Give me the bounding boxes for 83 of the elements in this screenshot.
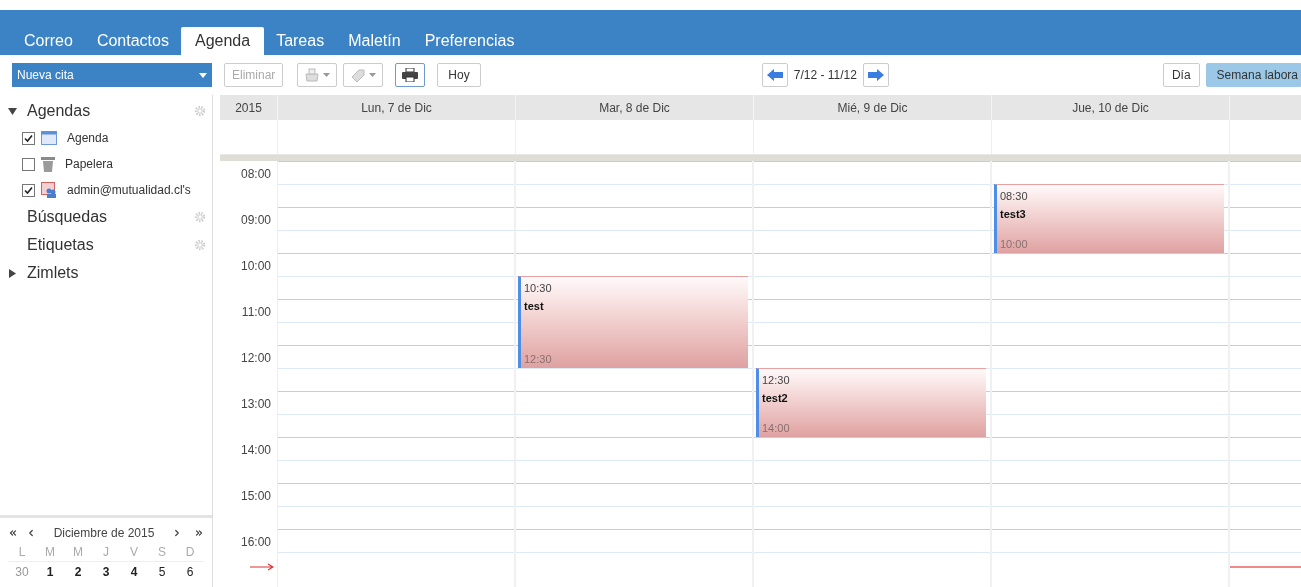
hour-label: 15:00 bbox=[240, 489, 271, 503]
appointment-title: test3 bbox=[1000, 207, 1027, 221]
day-header[interactable]: Lun, 7 de Dic bbox=[278, 95, 516, 120]
weekday-label: D bbox=[184, 544, 196, 561]
hour-label: 08:00 bbox=[240, 167, 271, 181]
appointment-start-time: 12:30 bbox=[762, 373, 791, 387]
hour-label: 10:00 bbox=[240, 259, 271, 273]
dropdown-caret-icon bbox=[199, 72, 207, 78]
hour-label: 13:00 bbox=[240, 397, 271, 411]
next-button[interactable] bbox=[862, 63, 889, 87]
hour-label: 16:00 bbox=[240, 535, 271, 549]
hour-label: 12:00 bbox=[240, 351, 271, 365]
app-tab[interactable]: Tareas bbox=[264, 27, 337, 55]
sidebar-section-header[interactable]: Búsquedas bbox=[27, 205, 194, 229]
appointment-start-time: 08:30 bbox=[1000, 189, 1029, 203]
mini-calendar-day[interactable]: 5 bbox=[148, 562, 176, 581]
left-arrow-icon bbox=[766, 69, 783, 81]
weekday-label: M bbox=[72, 544, 84, 561]
appointment-title: test bbox=[524, 299, 545, 313]
appointment-end-time: 10:00 bbox=[1000, 237, 1029, 251]
calendar-folder-item[interactable]: Agenda bbox=[67, 129, 109, 147]
calendar-folder-item[interactable]: admin@mutualidad.cl's bbox=[67, 181, 191, 199]
mini-calendar-day[interactable]: 2 bbox=[64, 562, 92, 581]
app-tab[interactable]: Maletín bbox=[336, 27, 413, 55]
appointment-end-time: 12:30 bbox=[524, 352, 553, 366]
checkbox[interactable] bbox=[22, 131, 35, 145]
trash-icon bbox=[41, 156, 55, 172]
current-time-line bbox=[1230, 566, 1301, 568]
mini-calendar-day[interactable]: 1 bbox=[36, 562, 64, 581]
checkbox[interactable] bbox=[22, 183, 35, 197]
checkbox[interactable] bbox=[22, 157, 35, 171]
appointment-start-time: 10:30 bbox=[524, 281, 553, 295]
app-tab[interactable]: Preferencias bbox=[412, 27, 527, 55]
date-range: 7/12 - 11/12 bbox=[793, 67, 857, 84]
right-arrow-icon bbox=[867, 69, 884, 81]
next-month-icon[interactable] bbox=[172, 528, 182, 538]
day-header[interactable]: Mié, 9 de Dic bbox=[754, 95, 992, 120]
year-label: 2015 bbox=[220, 95, 278, 120]
appointment-title: test2 bbox=[762, 391, 789, 405]
expand-triangle-icon[interactable] bbox=[8, 268, 17, 278]
weekday-label: J bbox=[102, 544, 110, 561]
caret-icon bbox=[369, 73, 377, 77]
app-tab[interactable]: Contactos bbox=[84, 27, 181, 55]
previous-button[interactable] bbox=[761, 63, 788, 87]
hour-label: 09:00 bbox=[240, 213, 271, 227]
view-button[interactable]: Semana labora bbox=[1205, 63, 1301, 87]
day-header[interactable]: Mar, 8 de Dic bbox=[516, 95, 754, 120]
tag-icon bbox=[350, 68, 367, 82]
appointment[interactable]: 10:30 test 12:30 bbox=[518, 276, 748, 368]
appointment[interactable]: 12:30 test2 14:00 bbox=[756, 368, 986, 437]
basket-icon bbox=[304, 68, 321, 82]
current-time-arrow-icon bbox=[250, 563, 274, 571]
calendar-icon bbox=[41, 131, 57, 145]
app-tab[interactable]: Correo bbox=[12, 27, 85, 55]
sidebar-section-header[interactable]: Zimlets bbox=[27, 261, 206, 285]
weekday-label: L bbox=[17, 544, 27, 561]
appointment[interactable]: 08:30 test3 10:00 bbox=[994, 184, 1224, 253]
weekday-label: V bbox=[129, 544, 139, 561]
mini-calendar-day[interactable]: 6 bbox=[176, 562, 204, 581]
print-button[interactable] bbox=[395, 63, 426, 87]
today-button[interactable]: Hoy bbox=[437, 63, 481, 87]
sidebar-section-header[interactable]: Etiquetas bbox=[27, 233, 194, 257]
previous-year-icon[interactable] bbox=[8, 528, 18, 538]
previous-month-icon[interactable] bbox=[26, 528, 36, 538]
calendar-folder-item[interactable]: Papelera bbox=[65, 155, 114, 173]
month-title: Diciembre de 2015 bbox=[52, 525, 156, 542]
next-year-icon[interactable] bbox=[194, 528, 204, 538]
day-header[interactable]: Jue, 10 de Dic bbox=[992, 95, 1230, 120]
new-appointment-button[interactable]: Nueva cita bbox=[12, 63, 212, 87]
sidebar-section-header[interactable]: Agendas bbox=[27, 99, 194, 123]
mini-calendar-day[interactable]: 3 bbox=[92, 562, 120, 581]
mini-calendar-day[interactable]: 4 bbox=[120, 562, 148, 581]
shared-calendar-icon bbox=[41, 182, 57, 198]
hour-label: 14:00 bbox=[240, 443, 271, 457]
collapse-triangle-icon[interactable] bbox=[8, 106, 17, 116]
caret-icon bbox=[323, 73, 331, 77]
app-tab[interactable]: Agenda bbox=[180, 27, 265, 55]
weekday-label: M bbox=[44, 544, 56, 561]
weekday-label: S bbox=[157, 544, 167, 561]
printer-icon bbox=[402, 68, 419, 82]
hour-label: 11:00 bbox=[241, 305, 271, 319]
view-button[interactable]: Día bbox=[1162, 63, 1200, 87]
appointment-end-time: 14:00 bbox=[762, 421, 791, 435]
